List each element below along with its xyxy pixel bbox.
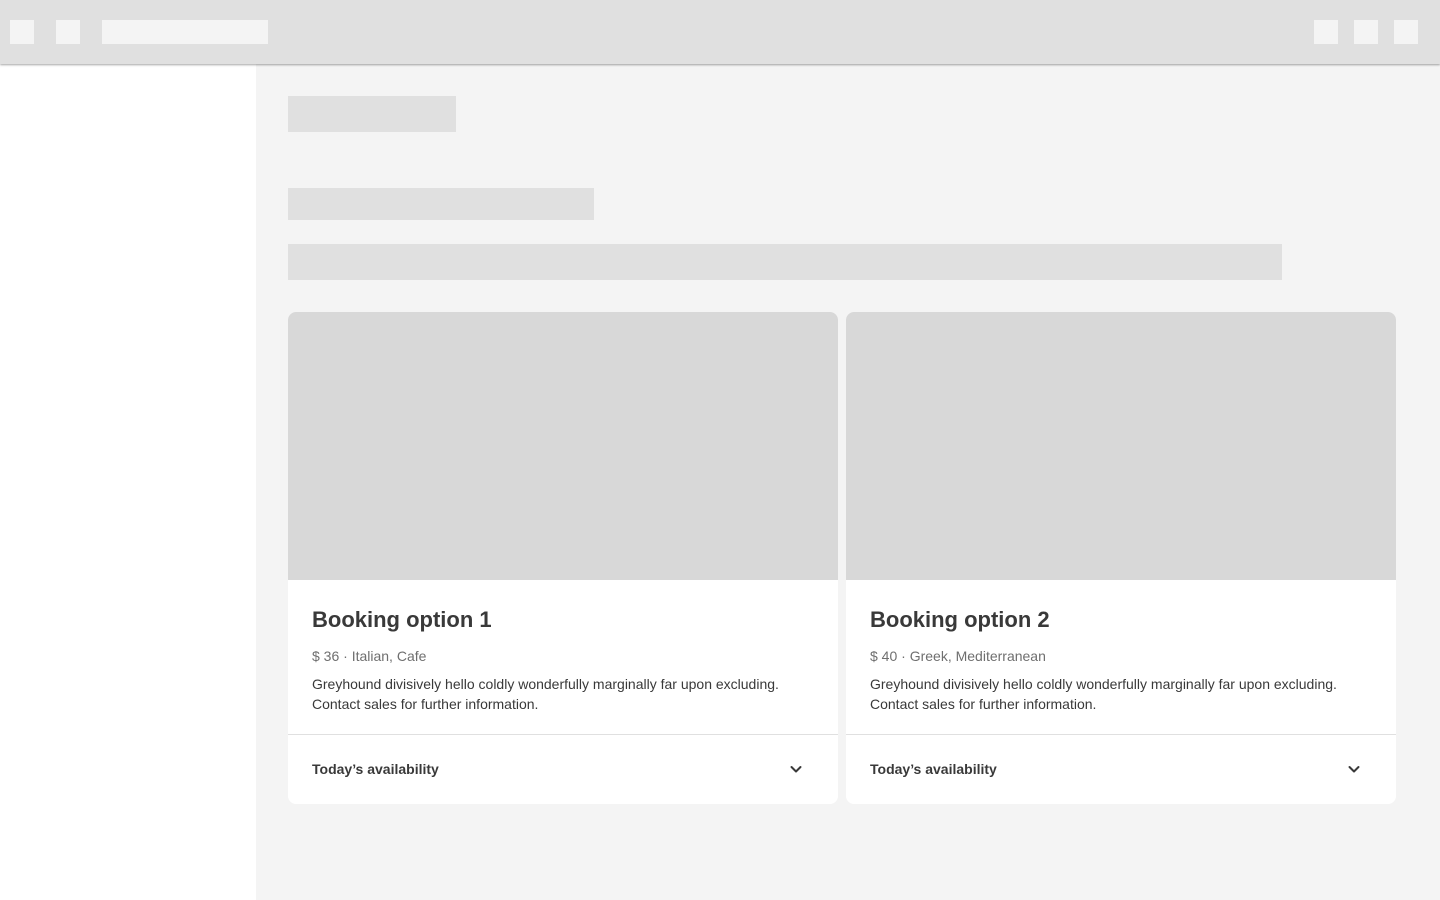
availability-toggle[interactable]: Today’s availability <box>846 735 1396 803</box>
chevron-down-icon[interactable] <box>1342 757 1366 781</box>
main-content: Booking option 1 $ 36 · Italian, Cafe Gr… <box>256 64 1440 900</box>
availability-label: Today’s availability <box>312 761 439 777</box>
chevron-down-icon[interactable] <box>784 757 808 781</box>
booking-card-1: Booking option 1 $ 36 · Italian, Cafe Gr… <box>288 312 838 804</box>
top-bar <box>0 0 1440 64</box>
page-title-placeholder <box>288 96 456 132</box>
header-action-1-placeholder[interactable] <box>1314 20 1338 44</box>
booking-card-2: Booking option 2 $ 40 · Greek, Mediterra… <box>846 312 1396 804</box>
side-nav <box>0 64 256 900</box>
card-body: Booking option 2 $ 40 · Greek, Mediterra… <box>846 580 1396 735</box>
card-description: Greyhound divisively hello coldly wonder… <box>312 676 779 712</box>
menu-button-placeholder[interactable] <box>10 20 34 44</box>
card-title: Booking option 2 <box>870 607 1050 632</box>
section-heading-placeholder <box>288 188 594 220</box>
card-price-cuisine: $ 40 · Greek, Mediterranean <box>870 648 1046 664</box>
app-logo-placeholder[interactable] <box>56 20 80 44</box>
card-image-placeholder <box>288 312 838 580</box>
header-action-2-placeholder[interactable] <box>1354 20 1378 44</box>
header-action-3-placeholder[interactable] <box>1394 20 1418 44</box>
app-title-placeholder <box>102 20 268 44</box>
availability-toggle[interactable]: Today’s availability <box>288 735 838 803</box>
card-title: Booking option 1 <box>312 607 492 632</box>
card-image-placeholder <box>846 312 1396 580</box>
availability-label: Today’s availability <box>870 761 997 777</box>
card-body: Booking option 1 $ 36 · Italian, Cafe Gr… <box>288 580 838 735</box>
search-bar-placeholder[interactable] <box>288 244 1282 280</box>
card-price-cuisine: $ 36 · Italian, Cafe <box>312 648 427 664</box>
card-description: Greyhound divisively hello coldly wonder… <box>870 676 1337 712</box>
